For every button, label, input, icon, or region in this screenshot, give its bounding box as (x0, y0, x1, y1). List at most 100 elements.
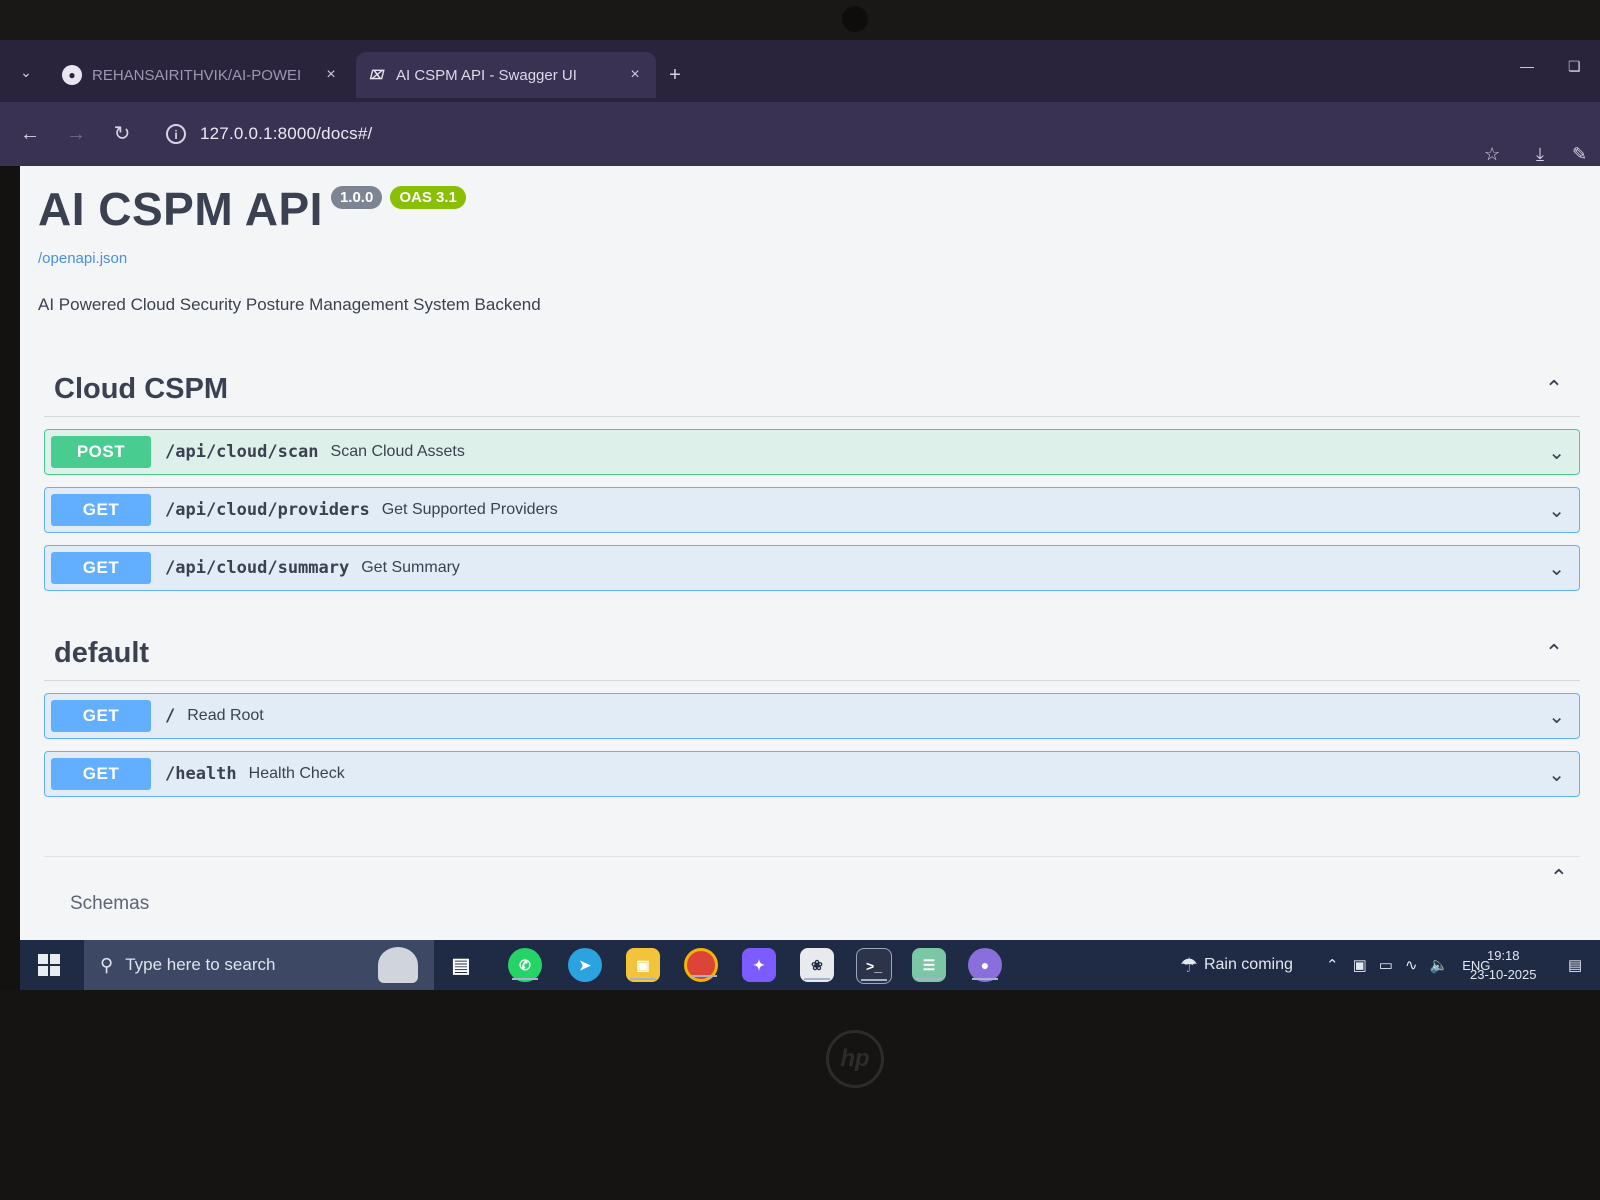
restore-icon[interactable]: ❏ (1568, 58, 1581, 75)
chevron-down-icon[interactable]: ⌄ (1548, 556, 1565, 581)
swagger-icon: ⌧ (366, 65, 386, 85)
operation-path: /health (165, 764, 237, 784)
laptop-bezel-top (0, 0, 1600, 40)
operation-path: /api/cloud/summary (165, 558, 350, 578)
api-title: AI CSPM API (38, 183, 323, 235)
laptop-bezel-bottom (0, 990, 1600, 1200)
tray-chevron-up-icon[interactable]: ⌃ (1326, 956, 1339, 974)
tab-github[interactable]: ● REHANSAIRITHVIK/AI-POWEI × (52, 52, 352, 98)
tab-close-icon[interactable]: × (624, 66, 646, 84)
chevron-up-icon[interactable]: ⌃ (1540, 376, 1568, 402)
download-icon[interactable]: ⤓ (1536, 144, 1544, 165)
search-placeholder[interactable]: Type here to search (125, 955, 275, 975)
operation-summary: Get Supported Providers (381, 501, 558, 518)
hp-logo: hp (826, 1030, 884, 1088)
new-tab-plus-icon[interactable]: + (664, 64, 686, 86)
windows-start-icon[interactable] (38, 954, 60, 976)
task-view-icon[interactable]: ▤ (444, 948, 478, 982)
version-badge: 1.0.0 (330, 186, 383, 209)
wifi-icon[interactable]: ∿ (1405, 956, 1418, 974)
chevron-up-icon[interactable]: ⌃ (1540, 640, 1568, 666)
operation-post-scan[interactable]: POST /api/cloud/scan Scan Cloud Assets ⌄ (44, 429, 1580, 475)
chevron-up-icon[interactable]: ⌃ (1550, 865, 1568, 891)
tag-header-cloud-cspm[interactable]: Cloud CSPM ⌃ (44, 362, 1580, 417)
api-description: AI Powered Cloud Security Posture Manage… (38, 295, 541, 314)
tag-section-default: default ⌃ GET / Read Root ⌄ GET /health … (44, 626, 1580, 797)
operation-path: / (165, 706, 176, 726)
github-desktop-icon[interactable]: ● (968, 948, 1002, 982)
oas-badge: OAS 3.1 (390, 186, 466, 209)
terminal-icon[interactable]: >_ (856, 948, 892, 984)
chevron-down-icon[interactable]: ⌄ (1548, 498, 1565, 523)
github-icon: ● (62, 65, 82, 85)
copilot-icon[interactable]: ✦ (742, 948, 776, 982)
forward-arrow-icon[interactable]: → (62, 120, 90, 148)
operation-summary: Health Check (248, 765, 345, 782)
rain-umbrella-icon: ☂ (1180, 954, 1198, 977)
webcam (842, 6, 868, 32)
method-badge: POST (51, 436, 151, 468)
taskbar-search-box[interactable]: ⚲ Type here to search (84, 940, 434, 990)
method-badge: GET (51, 494, 151, 526)
whatsapp-icon[interactable]: ✆ (508, 948, 542, 982)
schemas-label[interactable]: Schemas (70, 893, 149, 915)
search-highlight-image (378, 947, 418, 983)
url-omnibox[interactable]: i 127.0.0.1:8000/docs#/ (160, 114, 1440, 154)
operation-get-root[interactable]: GET / Read Root ⌄ (44, 693, 1580, 739)
clock-date: 23-10-2025 (1470, 967, 1537, 982)
volume-muted-icon[interactable]: 🔈 (1430, 956, 1449, 974)
meet-now-icon[interactable]: ▣ (1353, 956, 1367, 974)
site-info-icon[interactable]: i (166, 124, 186, 144)
openapi-json-link[interactable]: /openapi.json (38, 250, 541, 267)
browser-tab-bar: ⌄ ● REHANSAIRITHVIK/AI-POWEI × ⌧ AI CSPM… (0, 40, 1600, 102)
operation-summary: Scan Cloud Assets (330, 443, 465, 460)
swagger-page: AI CSPM API 1.0.0 OAS 3.1 /openapi.json … (20, 166, 1600, 940)
tab-title: AI CSPM API - Swagger UI (396, 66, 577, 84)
taskbar-clock[interactable]: 19:18 23-10-2025 (1470, 946, 1537, 984)
weather-widget[interactable]: ☂ Rain coming (1180, 940, 1293, 990)
operation-get-health[interactable]: GET /health Health Check ⌄ (44, 751, 1580, 797)
notifications-icon[interactable]: ▤ (1568, 940, 1582, 990)
reload-icon[interactable]: ↻ (108, 120, 136, 148)
chevron-down-icon[interactable]: ⌄ (1548, 704, 1565, 729)
clock-time: 19:18 (1486, 948, 1520, 963)
telegram-icon[interactable]: ➤ (568, 948, 602, 982)
operation-get-providers[interactable]: GET /api/cloud/providers Get Supported P… (44, 487, 1580, 533)
operation-path: /api/cloud/providers (165, 500, 370, 520)
search-icon: ⚲ (100, 954, 114, 975)
operation-summary: Get Summary (361, 559, 460, 576)
tag-header-default[interactable]: default ⌃ (44, 626, 1580, 681)
windows-taskbar: ⚲ Type here to search ▤ ✆ ➤ ▣ ✦ ❀ >_ ☰ ●… (20, 940, 1600, 990)
operation-path: /api/cloud/scan (165, 442, 319, 462)
file-explorer-icon[interactable]: ▣ (626, 948, 660, 982)
chatgpt-icon[interactable]: ❀ (800, 948, 834, 982)
weather-text[interactable]: Rain coming (1204, 956, 1293, 974)
minimize-icon[interactable]: — (1520, 58, 1534, 74)
tag-name[interactable]: default (54, 637, 149, 670)
tab-close-icon[interactable]: × (320, 66, 342, 84)
api-info: AI CSPM API 1.0.0 OAS 3.1 /openapi.json … (38, 182, 541, 315)
api-title-row: AI CSPM API 1.0.0 OAS 3.1 (38, 182, 541, 236)
chevron-down-icon[interactable]: ⌄ (1548, 440, 1565, 465)
method-badge: GET (51, 758, 151, 790)
method-badge: GET (51, 552, 151, 584)
extension-icon[interactable]: ✎ (1572, 144, 1587, 165)
system-tray: ⌃ ▣ ▭ ∿ 🔈 ENG (1326, 940, 1490, 990)
tag-name[interactable]: Cloud CSPM (54, 373, 228, 406)
schemas-section[interactable]: Schemas ⌃ (44, 856, 1580, 940)
tab-search-chevron-icon[interactable]: ⌄ (14, 60, 38, 84)
chevron-down-icon[interactable]: ⌄ (1548, 762, 1565, 787)
chrome-icon[interactable] (684, 948, 718, 982)
bookmark-star-icon[interactable]: ☆ (1484, 144, 1500, 165)
notepad-icon[interactable]: ☰ (912, 948, 946, 982)
tab-swagger[interactable]: ⌧ AI CSPM API - Swagger UI × (356, 52, 656, 98)
notification-icon: ▤ (1568, 957, 1583, 974)
browser-address-bar: ← → ↻ i 127.0.0.1:8000/docs#/ ☆ ⤓ ✎ (0, 102, 1600, 166)
battery-icon[interactable]: ▭ (1379, 956, 1393, 974)
operation-summary: Read Root (187, 707, 264, 724)
back-arrow-icon[interactable]: ← (16, 120, 44, 148)
url-text[interactable]: 127.0.0.1:8000/docs#/ (200, 124, 372, 144)
operation-get-summary[interactable]: GET /api/cloud/summary Get Summary ⌄ (44, 545, 1580, 591)
tab-title: REHANSAIRITHVIK/AI-POWEI (92, 66, 302, 84)
tag-section-cloud-cspm: Cloud CSPM ⌃ POST /api/cloud/scan Scan C… (44, 362, 1580, 591)
